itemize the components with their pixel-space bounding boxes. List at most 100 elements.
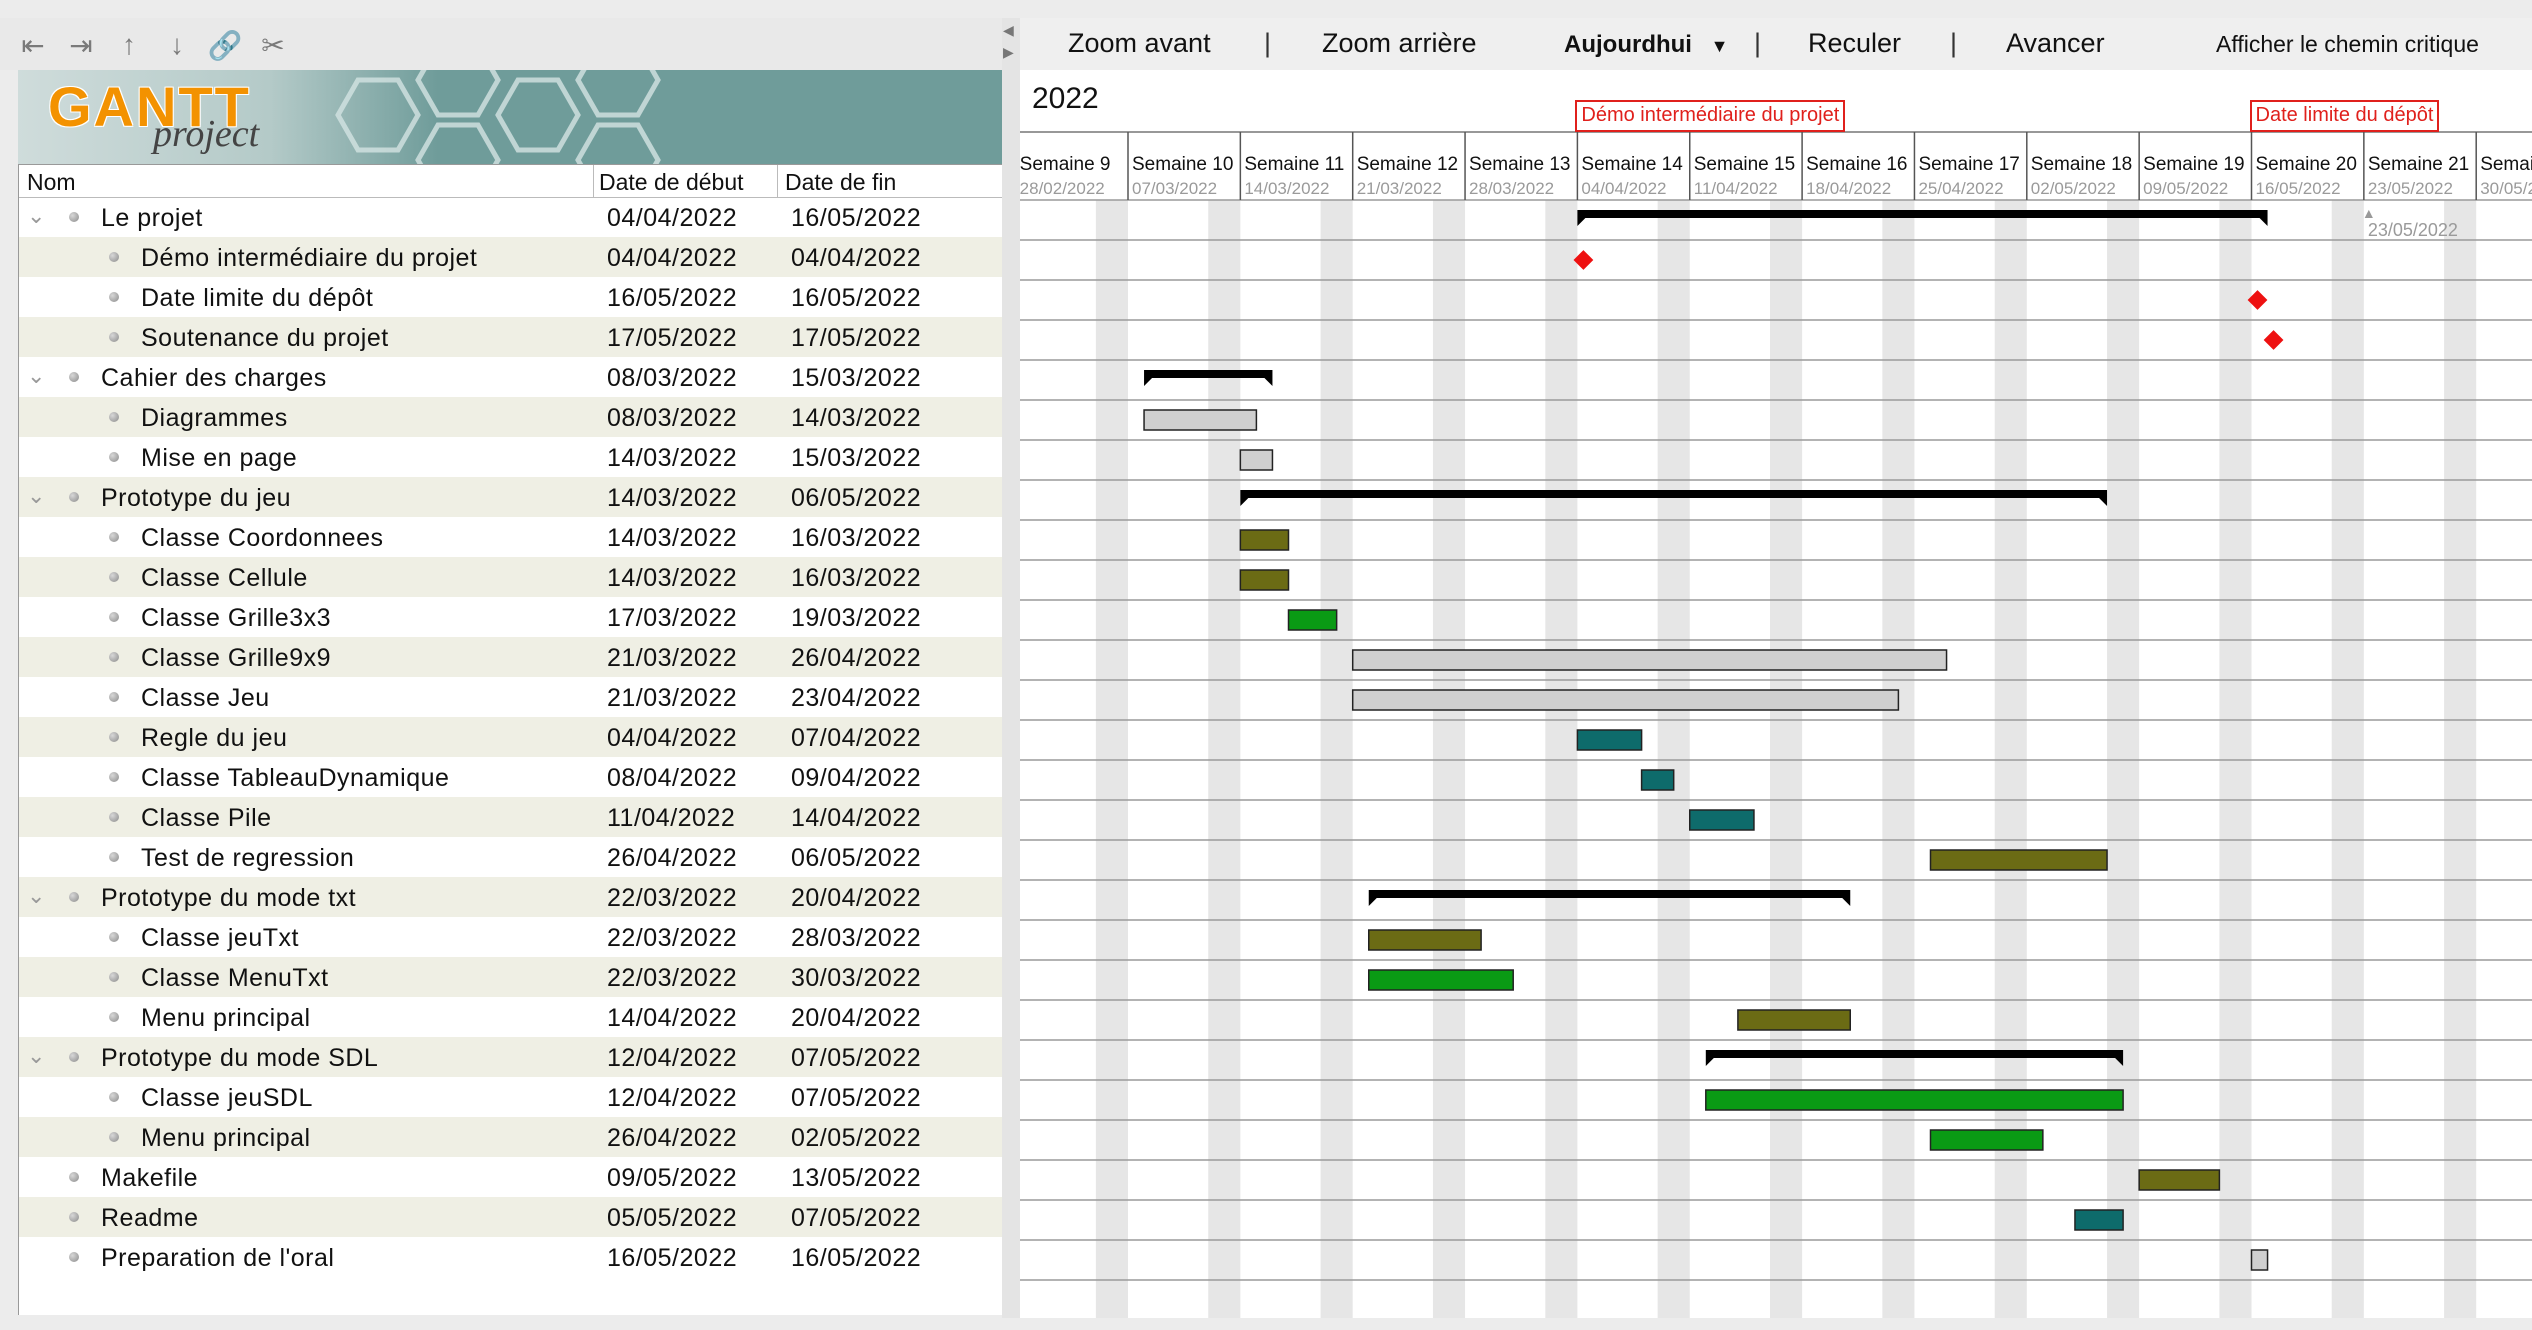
task-end-date[interactable]: 15/03/2022 (791, 364, 921, 393)
task-name[interactable]: Readme (101, 1204, 199, 1233)
task-start-date[interactable]: 11/04/2022 (607, 804, 735, 833)
unindent-icon[interactable]: ⇤ (14, 26, 52, 64)
task-bar[interactable] (1239, 569, 1290, 591)
task-end-date[interactable]: 20/04/2022 (791, 884, 921, 913)
task-bar[interactable] (1368, 969, 1514, 991)
task-name[interactable]: Prototype du mode SDL (101, 1044, 378, 1073)
split-pane-divider[interactable]: ◀ ▶ (1002, 18, 1020, 1318)
task-end-date[interactable]: 15/03/2022 (791, 444, 921, 473)
task-row[interactable]: Classe Grille9x9 21/03/2022 26/04/2022 (19, 637, 1003, 677)
task-start-date[interactable]: 08/04/2022 (607, 764, 737, 793)
task-start-date[interactable]: 04/04/2022 (607, 724, 737, 753)
link-icon[interactable]: 🔗 (206, 26, 244, 64)
task-row[interactable]: Classe Pile 11/04/2022 14/04/2022 (19, 797, 1003, 837)
task-row[interactable]: Classe MenuTxt 22/03/2022 30/03/2022 (19, 957, 1003, 997)
task-start-date[interactable]: 09/05/2022 (607, 1164, 737, 1193)
task-start-date[interactable]: 08/03/2022 (607, 404, 737, 433)
task-name[interactable]: Date limite du dépôt (141, 284, 373, 313)
task-row[interactable]: ⌄ Prototype du jeu 14/03/2022 06/05/2022 (19, 477, 1003, 517)
task-name[interactable]: Classe Grille3x3 (141, 604, 331, 633)
task-end-date[interactable]: 06/05/2022 (791, 844, 921, 873)
zoom-in-button[interactable]: Zoom avant (1068, 28, 1211, 59)
task-start-date[interactable]: 17/03/2022 (607, 604, 737, 633)
task-name[interactable]: Le projet (101, 204, 203, 233)
task-name[interactable]: Preparation de l'oral (101, 1244, 334, 1273)
chevron-down-icon[interactable]: ⌄ (27, 203, 45, 229)
task-bar[interactable] (1239, 529, 1290, 551)
task-bar[interactable] (1576, 729, 1643, 751)
task-start-date[interactable]: 04/04/2022 (607, 204, 737, 233)
move-down-icon[interactable]: ↓ (158, 26, 196, 64)
task-row[interactable]: Diagrammes 08/03/2022 14/03/2022 (19, 397, 1003, 437)
task-bar[interactable] (1640, 769, 1675, 791)
task-bar[interactable] (1737, 1009, 1852, 1031)
task-row[interactable]: Classe Grille3x3 17/03/2022 19/03/2022 (19, 597, 1003, 637)
summary-bar[interactable] (1705, 1050, 2124, 1066)
task-end-date[interactable]: 16/05/2022 (791, 204, 921, 233)
task-bar[interactable] (1287, 609, 1338, 631)
task-name[interactable]: Test de regression (141, 844, 354, 873)
task-start-date[interactable]: 21/03/2022 (607, 644, 737, 673)
task-row[interactable]: Classe Coordonnees 14/03/2022 16/03/2022 (19, 517, 1003, 557)
task-row[interactable]: Menu principal 14/04/2022 20/04/2022 (19, 997, 1003, 1037)
task-start-date[interactable]: 21/03/2022 (607, 684, 737, 713)
task-row[interactable]: Classe Cellule 14/03/2022 16/03/2022 (19, 557, 1003, 597)
task-name[interactable]: Classe Coordonnees (141, 524, 383, 553)
task-start-date[interactable]: 14/04/2022 (607, 1004, 737, 1033)
chevron-down-icon[interactable]: ⌄ (27, 363, 45, 389)
chevron-down-icon[interactable]: ⌄ (27, 883, 45, 909)
task-row[interactable]: Mise en page 14/03/2022 15/03/2022 (19, 437, 1003, 477)
task-end-date[interactable]: 02/05/2022 (791, 1124, 921, 1153)
task-name[interactable]: Classe jeuTxt (141, 924, 299, 953)
task-start-date[interactable]: 04/04/2022 (607, 244, 737, 273)
task-end-date[interactable]: 06/05/2022 (791, 484, 921, 513)
task-bar[interactable] (1689, 809, 1755, 831)
task-end-date[interactable]: 26/04/2022 (791, 644, 921, 673)
task-name[interactable]: Menu principal (141, 1004, 311, 1033)
task-end-date[interactable]: 30/03/2022 (791, 964, 921, 993)
task-row[interactable]: Date limite du dépôt 16/05/2022 16/05/2022 (19, 277, 1003, 317)
task-row[interactable]: ⌄ Prototype du mode txt 22/03/2022 20/04/20… (19, 877, 1003, 917)
task-start-date[interactable]: 22/03/2022 (607, 884, 737, 913)
task-name[interactable]: Démo intermédiaire du projet (141, 244, 477, 273)
task-bar[interactable] (1929, 1129, 2044, 1151)
task-name[interactable]: Cahier des charges (101, 364, 327, 393)
task-start-date[interactable]: 12/04/2022 (607, 1044, 737, 1073)
task-bar[interactable] (1705, 1089, 2124, 1111)
task-row[interactable]: Makefile 09/05/2022 13/05/2022 (19, 1157, 1003, 1197)
task-end-date[interactable]: 28/03/2022 (791, 924, 921, 953)
task-row[interactable]: ⌄ Le projet 04/04/2022 16/05/2022 (19, 197, 1003, 237)
task-name[interactable]: Prototype du jeu (101, 484, 291, 513)
task-name[interactable]: Regle du jeu (141, 724, 287, 753)
task-start-date[interactable]: 05/05/2022 (607, 1204, 737, 1233)
task-name[interactable]: Menu principal (141, 1124, 311, 1153)
task-bar[interactable] (1929, 849, 2108, 871)
column-header-end[interactable]: Date de fin (785, 169, 896, 196)
task-row[interactable]: Menu principal 26/04/2022 02/05/2022 (19, 1117, 1003, 1157)
task-end-date[interactable]: 14/03/2022 (791, 404, 921, 433)
column-header-name[interactable]: Nom (27, 169, 76, 196)
task-row[interactable]: Démo intermédiaire du projet 04/04/2022 04… (19, 237, 1003, 277)
task-start-date[interactable]: 08/03/2022 (607, 364, 737, 393)
today-dropdown[interactable]: Aujourdhui ▼ (1564, 31, 1728, 59)
task-name[interactable]: Soutenance du projet (141, 324, 389, 353)
task-end-date[interactable]: 16/03/2022 (791, 564, 921, 593)
milestone-marker[interactable] (2263, 330, 2284, 350)
task-end-date[interactable]: 17/05/2022 (791, 324, 921, 353)
task-start-date[interactable]: 22/03/2022 (607, 964, 737, 993)
task-start-date[interactable]: 14/03/2022 (607, 484, 737, 513)
task-end-date[interactable]: 23/04/2022 (791, 684, 921, 713)
task-name[interactable]: Mise en page (141, 444, 297, 473)
task-end-date[interactable]: 07/05/2022 (791, 1204, 921, 1233)
task-end-date[interactable]: 16/05/2022 (791, 284, 921, 313)
task-bar[interactable] (1351, 689, 1900, 711)
task-start-date[interactable]: 26/04/2022 (607, 844, 737, 873)
task-start-date[interactable]: 14/03/2022 (607, 444, 737, 473)
task-end-date[interactable]: 07/04/2022 (791, 724, 921, 753)
task-end-date[interactable]: 09/04/2022 (791, 764, 921, 793)
task-end-date[interactable]: 20/04/2022 (791, 1004, 921, 1033)
task-name[interactable]: Diagrammes (141, 404, 288, 433)
task-row[interactable]: Soutenance du projet 17/05/2022 17/05/2022 (19, 317, 1003, 357)
task-name[interactable]: Classe Pile (141, 804, 272, 833)
task-row[interactable]: Preparation de l'oral 16/05/2022 16/05/202… (19, 1237, 1003, 1277)
